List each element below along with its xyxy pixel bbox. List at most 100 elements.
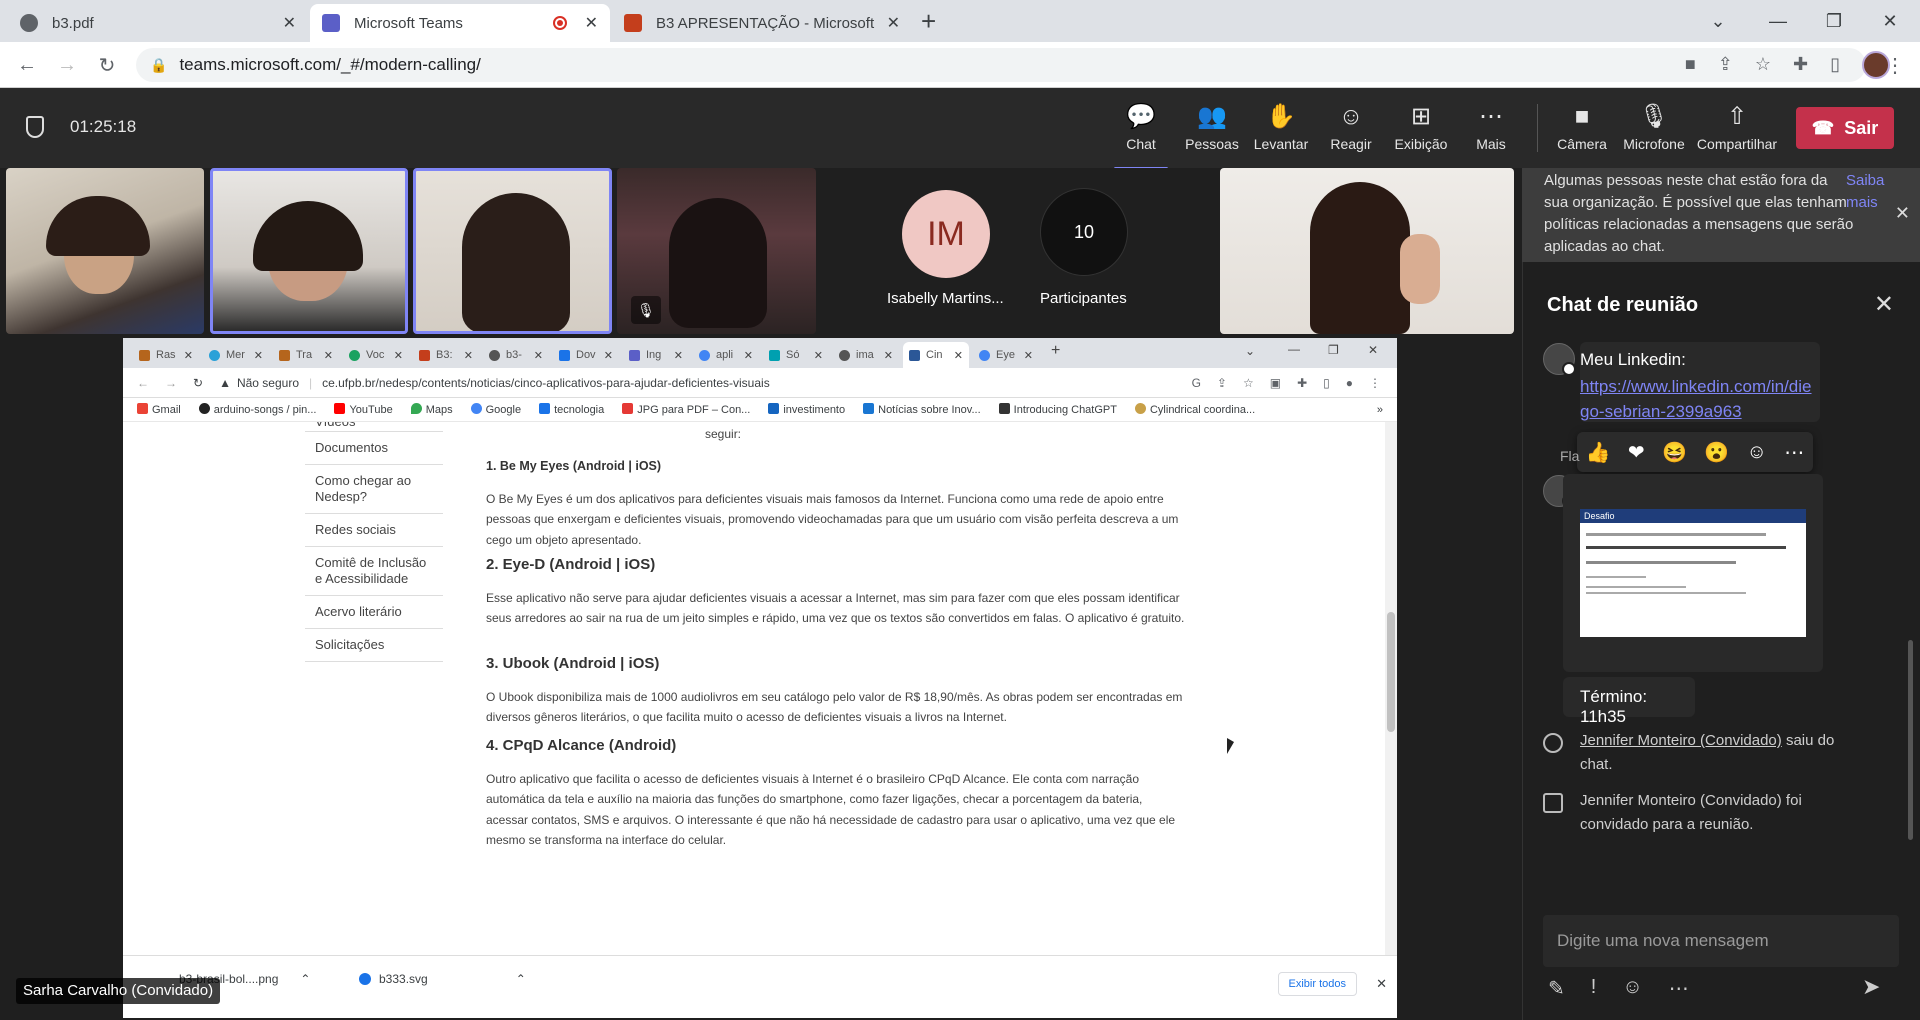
close-icon[interactable]: ✕ bbox=[1376, 976, 1387, 992]
shared-tab-active[interactable]: Cin ✕ bbox=[903, 342, 969, 368]
close-icon[interactable]: ✕ bbox=[184, 349, 193, 362]
bookmark-tecnologia[interactable]: tecnologia bbox=[539, 403, 604, 416]
participant-video-speaking[interactable] bbox=[210, 168, 408, 334]
like-reaction-icon[interactable]: 👍 bbox=[1586, 440, 1611, 465]
shared-tab[interactable]: B3: ✕ bbox=[413, 342, 479, 368]
reload-icon[interactable]: ↻ bbox=[193, 376, 203, 390]
shared-tab[interactable]: b3- ✕ bbox=[483, 342, 549, 368]
participant-video[interactable] bbox=[6, 168, 204, 334]
bookmark-star-icon[interactable]: ☆ bbox=[1755, 54, 1771, 75]
more-options-icon[interactable]: ⋯ bbox=[1669, 976, 1689, 1001]
share-icon[interactable]: ⇪ bbox=[1217, 376, 1227, 390]
close-icon[interactable]: ✕ bbox=[324, 349, 333, 362]
reload-icon[interactable]: ↻ bbox=[92, 50, 122, 80]
more-options-icon[interactable]: ⋯ bbox=[1784, 440, 1804, 465]
extensions-icon[interactable]: ✚ bbox=[1793, 54, 1808, 75]
learn-more-link[interactable]: Saiba mais bbox=[1846, 170, 1890, 214]
close-icon[interactable]: ✕ bbox=[585, 13, 598, 33]
close-icon[interactable]: ✕ bbox=[814, 349, 823, 362]
participant-video-speaking[interactable] bbox=[413, 168, 612, 334]
participant-video[interactable] bbox=[1220, 168, 1514, 334]
bookmark-investimento[interactable]: investimento bbox=[768, 403, 845, 416]
download-item[interactable]: b333.svg ⌃ bbox=[359, 972, 526, 986]
close-icon[interactable]: ✕ bbox=[1895, 202, 1910, 224]
send-icon[interactable]: ➤ bbox=[1862, 974, 1880, 1000]
view-button[interactable]: ⊞ Exibição bbox=[1386, 102, 1456, 152]
extension-icon[interactable]: ▣ bbox=[1270, 376, 1281, 390]
participant-avatar[interactable]: IM bbox=[902, 190, 990, 278]
star-icon[interactable]: ☆ bbox=[1243, 376, 1254, 390]
tab-search-icon[interactable]: ⌄ bbox=[1690, 0, 1746, 42]
forward-icon[interactable]: → bbox=[165, 376, 177, 390]
shared-tab[interactable]: Ras ✕ bbox=[133, 342, 199, 368]
shared-tab[interactable]: Eye ✕ bbox=[973, 342, 1039, 368]
microphone-button[interactable]: 🎙 Microfone bbox=[1619, 102, 1689, 152]
raise-hand-button[interactable]: ✋ Levantar bbox=[1246, 102, 1316, 152]
bookmark-gmail[interactable]: Gmail bbox=[137, 403, 181, 416]
tab-b3-apresentacao[interactable]: B3 APRESENTAÇÃO - Microsoft P ✕ bbox=[612, 4, 912, 42]
surprised-reaction-icon[interactable]: 😮 bbox=[1704, 440, 1729, 465]
bookmark-chatgpt[interactable]: Introducing ChatGPT bbox=[998, 403, 1117, 416]
bookmark-noticias[interactable]: Notícias sobre Inov... bbox=[863, 403, 981, 416]
google-icon[interactable]: G bbox=[1192, 376, 1201, 390]
bookmark-arduino[interactable]: arduino-songs / pin... bbox=[198, 403, 316, 416]
bookmark-maps[interactable]: Maps bbox=[410, 403, 453, 416]
people-button[interactable]: 👥 Pessoas bbox=[1177, 102, 1247, 152]
shared-url[interactable]: ce.ufpb.br/nedesp/contents/noticias/cinc… bbox=[322, 376, 770, 390]
close-icon[interactable]: ✕ bbox=[884, 349, 893, 362]
shared-tab[interactable]: apli ✕ bbox=[693, 342, 759, 368]
shared-tab[interactable]: ima ✕ bbox=[833, 342, 899, 368]
chevron-up-icon[interactable]: ⌃ bbox=[516, 972, 526, 986]
shared-tab[interactable]: Ing ✕ bbox=[623, 342, 689, 368]
sidebar-link[interactable]: Como chegar ao Nedesp? bbox=[305, 465, 443, 514]
sidebar-link[interactable]: Solicitações bbox=[305, 629, 443, 662]
close-icon[interactable]: ✕ bbox=[954, 349, 963, 362]
shared-tab[interactable]: Voc ✕ bbox=[343, 342, 409, 368]
format-icon[interactable]: ✎ bbox=[1548, 976, 1565, 1001]
window-close-icon[interactable]: ✕ bbox=[1862, 0, 1918, 42]
leave-button[interactable]: ☎ Sair bbox=[1796, 107, 1894, 149]
sidebar-link[interactable]: Acervo literário bbox=[305, 596, 443, 629]
scrollbar-thumb[interactable] bbox=[1387, 612, 1395, 732]
tab-b3-pdf[interactable]: b3.pdf ✕ bbox=[8, 4, 308, 42]
profile-icon[interactable]: ● bbox=[1346, 376, 1353, 390]
laugh-reaction-icon[interactable]: 😆 bbox=[1662, 440, 1687, 465]
bookmark-youtube[interactable]: YouTube bbox=[334, 403, 393, 416]
sidebar-link[interactable]: Comitê de Inclusão e Acessibilidade bbox=[305, 547, 443, 596]
shared-tab[interactable]: Mer ✕ bbox=[203, 342, 269, 368]
camera-permission-icon[interactable]: ■ bbox=[1685, 54, 1696, 75]
maximize-icon[interactable]: ❐ bbox=[1328, 343, 1339, 357]
shared-tab[interactable]: Só ✕ bbox=[763, 342, 829, 368]
sidebar-link[interactable]: Vídeos bbox=[305, 422, 443, 432]
participant-video[interactable]: 🎙 bbox=[617, 168, 816, 334]
chevron-up-icon[interactable]: ⌃ bbox=[300, 972, 310, 986]
participant-link[interactable]: Jennifer Monteiro (Convidado) bbox=[1580, 732, 1782, 749]
bookmark-jpg-pdf[interactable]: JPG para PDF – Con... bbox=[622, 403, 750, 416]
window-close-icon[interactable]: ✕ bbox=[1368, 343, 1378, 357]
back-icon[interactable]: ← bbox=[137, 376, 149, 390]
close-icon[interactable]: ✕ bbox=[674, 349, 683, 362]
page-scrollbar[interactable] bbox=[1385, 422, 1397, 955]
close-icon[interactable]: ✕ bbox=[254, 349, 263, 362]
message-input[interactable]: Digite uma nova mensagem bbox=[1543, 915, 1899, 967]
minimize-icon[interactable]: — bbox=[1750, 0, 1806, 42]
share-button[interactable]: ⇧ Compartilhar bbox=[1692, 102, 1782, 152]
bookmark-google[interactable]: Google bbox=[470, 403, 521, 416]
minimize-icon[interactable]: — bbox=[1288, 342, 1300, 356]
bookmark-cylindrical[interactable]: Cylindrical coordina... bbox=[1134, 403, 1255, 416]
slide-thumbnail[interactable]: Desafio bbox=[1580, 509, 1806, 637]
shared-tab[interactable]: Dov ✕ bbox=[553, 342, 619, 368]
emoji-icon[interactable]: ☺ bbox=[1622, 976, 1642, 1001]
maximize-icon[interactable]: ❐ bbox=[1806, 0, 1862, 42]
close-icon[interactable]: ✕ bbox=[604, 349, 613, 362]
side-panel-icon[interactable]: ▯ bbox=[1830, 54, 1840, 75]
new-tab-button[interactable]: + bbox=[1051, 342, 1060, 360]
tab-search-icon[interactable]: ⌄ bbox=[1245, 344, 1255, 358]
close-icon[interactable]: ✕ bbox=[744, 349, 753, 362]
chat-button[interactable]: 💬 Chat bbox=[1106, 102, 1176, 170]
show-all-button[interactable]: Exibir todos bbox=[1277, 972, 1357, 996]
camera-button[interactable]: ■ Câmera bbox=[1547, 102, 1617, 152]
browser-menu-icon[interactable]: ⋮ bbox=[1880, 50, 1910, 80]
participants-count[interactable]: 10 bbox=[1040, 188, 1128, 276]
add-reaction-icon[interactable]: ☺ bbox=[1747, 441, 1767, 464]
